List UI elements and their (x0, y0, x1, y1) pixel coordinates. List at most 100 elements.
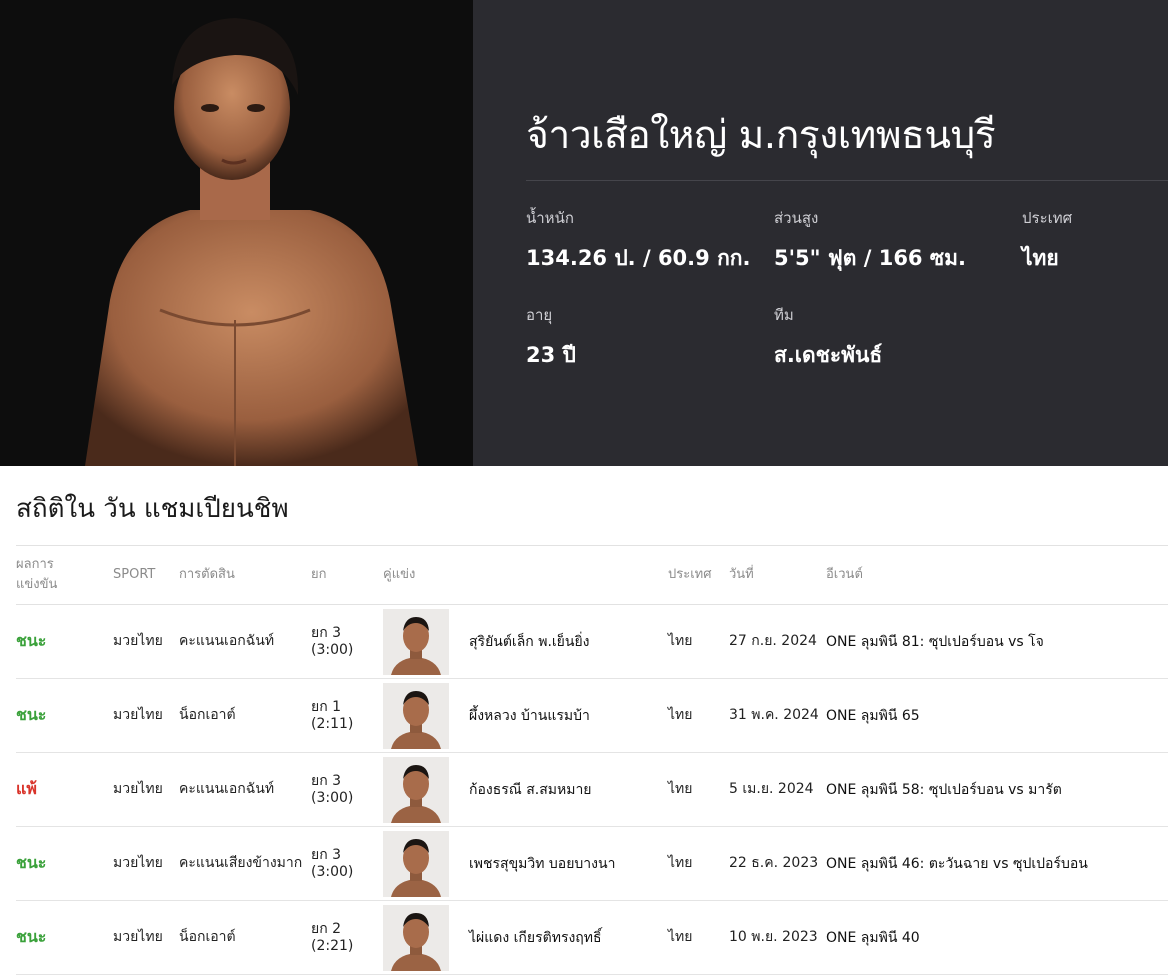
table-row[interactable]: ชนะ มวยไทย น็อกเอาต์ ยก 2 (2:21) ไผ่แดง … (16, 900, 1168, 975)
header-sport: SPORT (113, 545, 179, 605)
table-row[interactable]: ชนะ มวยไทย คะแนนเสียงข้างมาก ยก 3 (3:00)… (16, 826, 1168, 901)
fight-result: แพ้ (16, 779, 37, 798)
opponent-photo-cell[interactable] (383, 826, 469, 901)
round-number: ยก 2 (311, 920, 342, 937)
opponent-photo-cell[interactable] (383, 678, 469, 753)
stat-value: 5'5" ฟุต / 166 ซม. (774, 246, 966, 270)
date-cell: 22 ธ.ค. 2023 (729, 826, 826, 901)
opponent-avatar-icon (383, 830, 449, 897)
opponent-avatar-icon (383, 608, 449, 675)
event-link[interactable]: ONE ลุมพินี 58: ซุปเปอร์บอน vs มารัต (826, 752, 1168, 827)
date-cell: 31 พ.ค. 2024 (729, 678, 826, 753)
opponent-name[interactable]: ก้องธรณี ส.สมหมาย (469, 752, 668, 827)
header-event: อีเวนต์ (826, 545, 1168, 605)
opponent-name[interactable]: เพชรสุขุมวิท บอยบางนา (469, 826, 668, 901)
country-cell: ไทย (668, 900, 729, 975)
event-link[interactable]: ONE ลุมพินี 81: ซุปเปอร์บอน vs โจ (826, 604, 1168, 679)
header-method: การตัดสิน (179, 545, 311, 605)
round-time: (3:00) (311, 863, 354, 880)
date-cell: 5 เม.ย. 2024 (729, 752, 826, 827)
sport-cell: มวยไทย (113, 604, 179, 679)
round-cell: ยก 2 (2:21) (311, 900, 383, 975)
stat-weight: น้ำหนัก 134.26 ป. / 60.9 กก. (526, 206, 750, 275)
stat-label: น้ำหนัก (526, 209, 574, 227)
stat-label: ประเทศ (1022, 209, 1073, 227)
stat-label: ส่วนสูง (774, 209, 819, 227)
header-opponent: คู่แข่ง (383, 545, 668, 605)
opponent-avatar[interactable] (383, 830, 449, 897)
opponent-avatar[interactable] (383, 756, 449, 823)
stat-team: ทีม ส.เดชะพันธ์ (774, 303, 882, 372)
opponent-photo-cell[interactable] (383, 604, 469, 679)
round-time: (2:21) (311, 937, 354, 954)
round-cell: ยก 3 (3:00) (311, 752, 383, 827)
date-cell: 27 ก.ย. 2024 (729, 604, 826, 679)
round-time: (2:11) (311, 715, 354, 732)
date-cell: 10 พ.ย. 2023 (729, 900, 826, 975)
country-cell: ไทย (668, 826, 729, 901)
header-round: ยก (311, 545, 383, 605)
country-cell: ไทย (668, 752, 729, 827)
country-cell: ไทย (668, 604, 729, 679)
stat-value: 134.26 ป. / 60.9 กก. (526, 246, 751, 270)
event-link[interactable]: ONE ลุมพินี 65 (826, 678, 1168, 753)
method-cell: คะแนนเสียงข้างมาก (179, 826, 311, 901)
table-row[interactable]: แพ้ มวยไทย คะแนนเอกฉันท์ ยก 3 (3:00) ก้อ… (16, 752, 1168, 827)
method-cell: น็อกเอาต์ (179, 678, 311, 753)
opponent-photo-cell[interactable] (383, 900, 469, 975)
stat-label: ทีม (774, 306, 794, 324)
sport-cell: มวยไทย (113, 826, 179, 901)
round-number: ยก 3 (311, 772, 342, 789)
fighter-info-panel: จ้าวเสือใหญ่ ม.กรุงเทพธนบุรี น้ำหนัก 134… (473, 0, 1168, 466)
sport-cell: มวยไทย (113, 752, 179, 827)
stat-height: ส่วนสูง 5'5" ฟุต / 166 ซม. (774, 206, 966, 275)
header-country: ประเทศ (668, 545, 729, 605)
opponent-name[interactable]: ไผ่แดง เกียรติทรงฤทธิ์ (469, 900, 668, 975)
fight-result: ชนะ (16, 631, 47, 650)
fight-result: ชนะ (16, 927, 47, 946)
opponent-photo-cell[interactable] (383, 752, 469, 827)
fight-result: ชนะ (16, 853, 47, 872)
opponent-name[interactable]: ผึ้งหลวง บ้านแรมบ้า (469, 678, 668, 753)
round-number: ยก 3 (311, 624, 342, 641)
opponent-avatar-icon (383, 682, 449, 749)
table-header-row: ผลการแข่งขัน SPORT การตัดสิน ยก คู่แข่ง … (16, 545, 1168, 605)
fight-record-table: ผลการแข่งขัน SPORT การตัดสิน ยก คู่แข่ง … (16, 545, 1168, 975)
method-cell: คะแนนเอกฉันท์ (179, 752, 311, 827)
event-link[interactable]: ONE ลุมพินี 46: ตะวันฉาย vs ซุปเปอร์บอน (826, 826, 1168, 901)
fighter-name: จ้าวเสือใหญ่ ม.กรุงเทพธนบุรี (526, 113, 996, 158)
header-date: วันที่ (729, 545, 826, 605)
opponent-avatar[interactable] (383, 608, 449, 675)
record-title: สถิติใน วัน แชมเปียนชิพ (16, 494, 289, 524)
result-cell: ชนะ (16, 900, 113, 975)
stat-age: อายุ 23 ปี (526, 303, 576, 372)
opponent-name[interactable]: สุริยันต์เล็ก พ.เย็นยิ่ง (469, 604, 668, 679)
stat-value: ไทย (1022, 246, 1059, 270)
table-row[interactable]: ชนะ มวยไทย น็อกเอาต์ ยก 1 (2:11) ผึ้งหลว… (16, 678, 1168, 753)
event-link[interactable]: ONE ลุมพินี 40 (826, 900, 1168, 975)
result-cell: ชนะ (16, 826, 113, 901)
info-divider (526, 180, 1168, 181)
method-cell: น็อกเอาต์ (179, 900, 311, 975)
result-cell: ชนะ (16, 604, 113, 679)
opponent-avatar[interactable] (383, 904, 449, 971)
sport-cell: มวยไทย (113, 678, 179, 753)
result-cell: แพ้ (16, 752, 113, 827)
round-time: (3:00) (311, 641, 354, 658)
sport-cell: มวยไทย (113, 900, 179, 975)
opponent-avatar-icon (383, 756, 449, 823)
fight-result: ชนะ (16, 705, 47, 724)
round-time: (3:00) (311, 789, 354, 806)
opponent-avatar[interactable] (383, 682, 449, 749)
round-cell: ยก 3 (3:00) (311, 826, 383, 901)
stat-country: ประเทศ ไทย (1022, 206, 1072, 275)
stat-value: 23 ปี (526, 343, 576, 367)
round-cell: ยก 3 (3:00) (311, 604, 383, 679)
result-cell: ชนะ (16, 678, 113, 753)
header-result: ผลการแข่งขัน (16, 545, 113, 605)
fighter-hero: จ้าวเสือใหญ่ ม.กรุงเทพธนบุรี น้ำหนัก 134… (0, 0, 1168, 466)
fighter-photo (85, 18, 418, 466)
round-number: ยก 1 (311, 698, 342, 715)
country-cell: ไทย (668, 678, 729, 753)
table-row[interactable]: ชนะ มวยไทย คะแนนเอกฉันท์ ยก 3 (3:00) สุร… (16, 604, 1168, 679)
